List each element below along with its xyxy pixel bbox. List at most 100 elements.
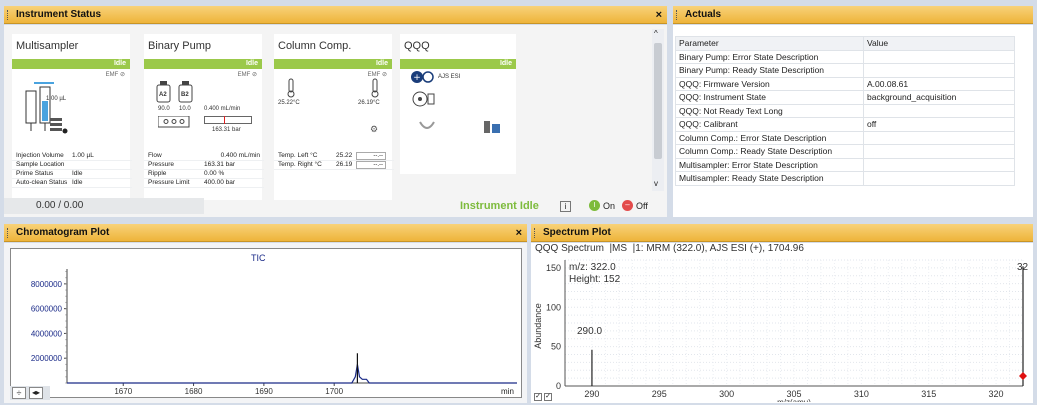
y-tick-label: 50 — [551, 342, 561, 352]
info-row: Temp. Right °C 26.19 --.-- — [274, 161, 394, 170]
run-progress: 0.00 / 0.00 — [4, 198, 204, 214]
y-tick-label: 2000000 — [31, 354, 63, 363]
y-axis-label: Abundance — [533, 303, 543, 349]
column-comp-module[interactable]: Column Comp. Idle EMF ⊘ 25.22°C 26.19°C … — [274, 34, 394, 200]
spectrum-header: QQQ Spectrum |MS |1: MRM (322.0), AJS ES… — [535, 243, 804, 254]
on-button-label[interactable]: On — [603, 201, 615, 211]
instrument-state-label: Instrument Idle — [460, 200, 539, 212]
info-row: Ripple 0.00 % — [144, 170, 264, 179]
close-icon[interactable]: × — [656, 6, 662, 24]
edge-label: 32 — [1017, 262, 1029, 273]
module-name: QQQ — [404, 40, 430, 52]
table-row[interactable]: Multisampler: Ready State Description — [675, 171, 1015, 186]
info-button[interactable]: i — [560, 201, 571, 212]
y-tick-label: 150 — [546, 263, 561, 273]
qqq-module[interactable]: QQQ Idle + AJS ESI — [400, 34, 516, 174]
bottle-a-label: A2 — [159, 92, 167, 98]
scroll-up-icon: ^ — [654, 29, 658, 38]
info-row: Injection Volume 1.00 µL — [12, 152, 132, 161]
pane-grip[interactable] — [676, 10, 679, 20]
pane-grip[interactable] — [534, 228, 537, 238]
status-badge: Idle — [400, 59, 516, 69]
table-row[interactable]: Column Comp.: Error State Description — [675, 130, 1015, 145]
cursor-height: Height: 152 — [569, 274, 621, 285]
status-badge: Idle — [12, 59, 130, 69]
x-tick-label: 1700 — [325, 387, 343, 396]
emf-indicator: EMF ⊘ — [237, 72, 257, 78]
zoom-vertical-icon[interactable]: ÷ — [12, 387, 26, 399]
table-row[interactable]: QQQ: Instrument State background_acquisit… — [675, 90, 1015, 105]
x-tick-label: 315 — [921, 389, 936, 399]
instrument-status-title: Instrument Status — [16, 9, 102, 20]
column-header[interactable]: Parameter — [675, 36, 864, 51]
pump-heads-icon — [158, 116, 190, 128]
pane-grip[interactable] — [7, 228, 10, 238]
module-name: Column Comp. — [278, 40, 352, 52]
module-scrollbar[interactable]: ^ v — [652, 29, 664, 191]
setpoint-field[interactable]: --.-- — [356, 152, 386, 160]
power-on-icon[interactable]: I — [589, 200, 600, 211]
turbo-pump-icon — [412, 91, 435, 107]
zoom-horizontal-icon[interactable]: ◂▸ — [29, 387, 43, 399]
x-tick-label: 295 — [652, 389, 667, 399]
pane-grip[interactable] — [7, 10, 10, 20]
tic-trace — [67, 364, 517, 384]
zoom-controls: ÷ ◂▸ — [10, 386, 50, 400]
svg-text:+: + — [413, 73, 421, 83]
table-row[interactable]: QQQ: Calibrant off — [675, 117, 1015, 132]
percent-b: 10.0 — [179, 106, 191, 112]
valve-icon: ⚙ — [370, 124, 379, 134]
info-row: Temp. Left °C 25.22 --.-- — [274, 152, 394, 161]
actuals-table: Parameter Value Binary Pump: Error State… — [675, 36, 1015, 186]
x-tick-label: 1670 — [114, 387, 132, 396]
pressure-display: 163.31 bar — [212, 127, 241, 133]
cursor-marker — [1019, 372, 1027, 380]
emf-check-icon: ⊘ — [251, 72, 257, 78]
peak-label: 290.0 — [577, 326, 603, 337]
checkbox-1[interactable]: ✓ — [534, 393, 542, 401]
actuals-title: Actuals — [685, 9, 722, 20]
close-icon[interactable]: × — [516, 224, 522, 242]
scrollbar-thumb[interactable] — [654, 43, 662, 159]
power-off-icon[interactable]: – — [622, 200, 633, 211]
x-tick-label: 320 — [989, 389, 1004, 399]
emf-indicator: EMF ⊘ — [367, 72, 387, 78]
off-button-label[interactable]: Off — [636, 201, 648, 211]
multisampler-module[interactable]: Multisampler Idle EMF ⊘ 1.00 µL Injectio… — [12, 34, 132, 200]
x-tick-label: 300 — [719, 389, 734, 399]
table-row[interactable]: Binary Pump: Error State Description — [675, 49, 1015, 64]
y-tick-label: 4000000 — [31, 329, 63, 338]
table-row[interactable]: Binary Pump: Ready State Description — [675, 63, 1015, 78]
module-name: Multisampler — [16, 40, 79, 52]
table-row[interactable]: Column Comp.: Ready State Description — [675, 144, 1015, 159]
source-label: AJS ESI — [438, 74, 461, 80]
info-row: Flow 0.400 mL/min — [144, 152, 264, 161]
table-row[interactable]: QQQ: Not Ready Text Long — [675, 103, 1015, 118]
x-axis-label: m/z(amu) — [777, 398, 811, 402]
temp-right-display: 26.19°C — [358, 100, 380, 106]
status-badge: Idle — [144, 59, 262, 69]
y-tick-label: 8000000 — [31, 280, 63, 289]
table-row[interactable]: QQQ: Firmware Version A.00.08.61 — [675, 76, 1015, 91]
spectrum-title: Spectrum Plot — [543, 227, 611, 238]
scroll-down-icon: v — [654, 179, 658, 188]
spectrum-panel: QQQ Spectrum |MS |1: MRM (322.0), AJS ES… — [531, 243, 1033, 403]
chromatogram-chart[interactable]: 2000000 4000000 6000000 8000000 1670 1680 1690… — [11, 249, 521, 397]
table-row[interactable]: Multisampler: Error State Description — [675, 157, 1015, 172]
column-header[interactable]: Value — [863, 36, 1015, 51]
chromatogram-plot-frame[interactable]: TIC 2000000 4000000 6000000 8000000 1670 1680… — [10, 248, 522, 398]
checkbox-2[interactable]: ✓ — [544, 393, 552, 401]
x-unit-label: min — [501, 387, 514, 396]
chromatogram-title: Chromatogram Plot — [16, 227, 110, 238]
instrument-status-panel: Multisampler Idle EMF ⊘ 1.00 µL Injectio… — [4, 25, 667, 217]
x-tick-label: 310 — [854, 389, 869, 399]
emf-indicator: EMF ⊘ — [105, 72, 125, 78]
setpoint-field[interactable]: --.-- — [356, 161, 386, 169]
emf-check-icon: ⊘ — [119, 72, 125, 78]
y-tick-label: 100 — [546, 302, 561, 312]
pressure-gauge — [204, 116, 252, 124]
y-tick-label: 0 — [556, 381, 561, 391]
injection-volume-display: 1.00 µL — [46, 96, 67, 102]
bottle-b-label: B2 — [181, 92, 189, 98]
binary-pump-module[interactable]: Binary Pump Idle EMF ⊘ A2 B2 90.0 10.0 0… — [144, 34, 264, 200]
